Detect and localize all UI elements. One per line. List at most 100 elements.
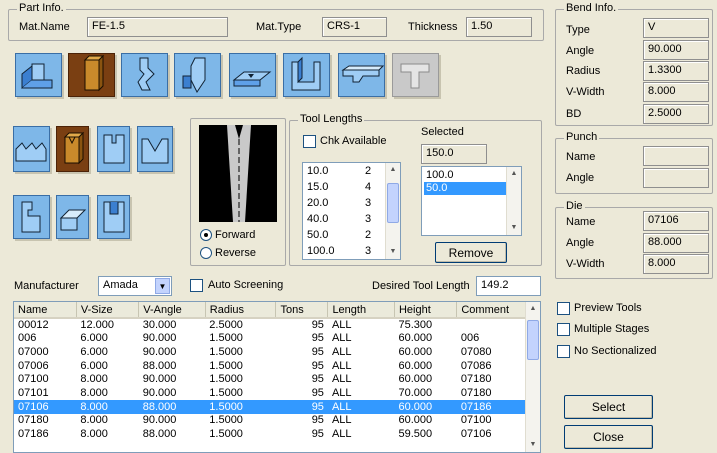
- auto-screening-checkbox[interactable]: [190, 279, 203, 292]
- select-button[interactable]: Select: [564, 395, 653, 419]
- chk-available-label: Chk Available: [320, 135, 387, 147]
- no-sectionalized-label: No Sectionalized: [574, 345, 657, 357]
- bend-vwidth-field: 8.000: [643, 82, 709, 102]
- manufacturer-label: Manufacturer: [14, 280, 79, 292]
- list-item[interactable]: 15.0 4: [307, 181, 387, 196]
- selected-lengths-scrollbar[interactable]: ▲ ▼: [506, 167, 521, 235]
- column-header-vangle[interactable]: V-Angle: [138, 302, 206, 319]
- table-row[interactable]: 00012 12.000 30.000 2.5000 95 ALL 75.300: [14, 318, 526, 332]
- list-item[interactable]: 40.0 3: [307, 213, 387, 228]
- desired-tool-length-input[interactable]: 149.2: [476, 276, 541, 296]
- tool-table-scrollbar[interactable]: ▲ ▼: [525, 302, 540, 452]
- scroll-thumb[interactable]: [387, 183, 399, 223]
- column-header-comment[interactable]: Comment: [456, 302, 526, 319]
- multiple-stages-checkbox[interactable]: [557, 323, 570, 336]
- bend-radius-field: 1.3300: [643, 61, 709, 81]
- scroll-down-icon[interactable]: ▼: [386, 245, 400, 259]
- die-u-channel-icon[interactable]: [283, 53, 330, 97]
- punch-straight-selected-icon[interactable]: [68, 53, 115, 97]
- mat-type-label: Mat.Type: [256, 21, 302, 33]
- table-row[interactable]: 07101 8.000 90.000 1.5000 95 ALL 70.000 07180: [14, 387, 526, 401]
- available-lengths-list[interactable]: 10.0 2 15.0 4 20.0 3 40.0 3 50.0 2 100.0 3 ▲ ▼: [302, 162, 401, 260]
- column-header-vsize[interactable]: V-Size: [76, 302, 140, 319]
- scroll-up-icon[interactable]: ▲: [526, 302, 540, 316]
- part-info-title: Part Info.: [17, 2, 66, 14]
- mat-name-label: Mat.Name: [19, 21, 70, 33]
- table-row[interactable]: 006 6.000 90.000 1.5000 95 ALL 60.000 006: [14, 332, 526, 346]
- bend-angle-field: 90.000: [643, 40, 709, 60]
- die-angle-field: 88.000: [643, 233, 709, 253]
- selected-lengths-list[interactable]: 100.0 50.0 ▲ ▼: [421, 166, 522, 236]
- reverse-radio[interactable]: [200, 247, 212, 259]
- column-header-tons[interactable]: Tons: [275, 302, 329, 319]
- forward-label: Forward: [215, 229, 256, 241]
- die-single-selected-icon[interactable]: [56, 126, 89, 172]
- selected-total-field: 150.0: [421, 144, 487, 164]
- die-vwidth-label: V-Width: [566, 258, 605, 270]
- scroll-up-icon[interactable]: ▲: [386, 163, 400, 177]
- die-v-wide-icon[interactable]: [137, 126, 173, 172]
- table-row[interactable]: 07000 6.000 90.000 1.5000 95 ALL 60.000 07080: [14, 346, 526, 360]
- die-hemming-icon[interactable]: [97, 126, 130, 172]
- no-sectionalized-checkbox[interactable]: [557, 345, 570, 358]
- die-step-icon[interactable]: [13, 195, 50, 239]
- punch-name-label: Name: [566, 151, 596, 163]
- punch-acute-icon[interactable]: [174, 53, 221, 97]
- list-item[interactable]: 100.0: [424, 169, 504, 182]
- chk-available-checkbox[interactable]: [303, 135, 316, 148]
- punch-straight-icon[interactable]: [15, 53, 62, 97]
- auto-screening-label: Auto Screening: [208, 279, 284, 291]
- column-header-length[interactable]: Length: [327, 302, 395, 319]
- die-multi-v-icon[interactable]: [13, 126, 50, 172]
- preview-tools-checkbox[interactable]: [557, 302, 570, 315]
- list-item[interactable]: 20.0 3: [307, 197, 387, 212]
- tool-lengths-title: Tool Lengths: [298, 113, 365, 125]
- table-row[interactable]: 07100 8.000 90.000 1.5000 95 ALL 60.000 07180: [14, 373, 526, 387]
- scroll-thumb[interactable]: [527, 320, 539, 360]
- column-header-name[interactable]: Name: [14, 302, 77, 319]
- die-vwidth-field: 8.000: [643, 254, 709, 274]
- preview-tools-label: Preview Tools: [574, 302, 642, 314]
- available-lengths-scrollbar[interactable]: ▲ ▼: [385, 163, 400, 259]
- bend-bd-field: 2.5000: [643, 104, 709, 124]
- die-title: Die: [564, 200, 585, 212]
- thickness-label: Thickness: [408, 21, 458, 33]
- bend-type-field: V: [643, 18, 709, 38]
- table-row[interactable]: 07006 6.000 88.000 1.5000 95 ALL 60.000 07086: [14, 359, 526, 373]
- table-row-selected[interactable]: 07106 8.000 88.000 1.5000 95 ALL 60.000 07186: [14, 400, 526, 415]
- die-name-field: 07106: [643, 211, 709, 231]
- punch-gooseneck-icon[interactable]: [121, 53, 168, 97]
- tool-preview-image: [199, 125, 277, 222]
- bend-angle-label: Angle: [566, 45, 595, 57]
- die-flat-icon[interactable]: [56, 195, 89, 239]
- bend-radius-label: Radius: [566, 65, 601, 77]
- bend-bd-label: BD: [566, 108, 582, 120]
- die-v-flat-icon[interactable]: [229, 53, 276, 97]
- bend-type-label: Type: [566, 24, 590, 36]
- scroll-down-icon[interactable]: ▼: [526, 438, 540, 452]
- column-header-height[interactable]: Height: [394, 302, 458, 319]
- table-row[interactable]: 07180 8.000 90.000 1.5000 95 ALL 60.000 07100: [14, 414, 526, 428]
- list-item[interactable]: 100.0 3: [307, 245, 387, 259]
- disabled-tool-icon: [392, 53, 439, 97]
- punch-angle-label: Angle: [566, 172, 595, 184]
- thickness-field: 1.50: [466, 17, 532, 37]
- die-slot-icon[interactable]: [97, 195, 130, 239]
- forward-radio[interactable]: [200, 229, 212, 241]
- column-header-radius[interactable]: Radius: [205, 302, 277, 319]
- list-item[interactable]: 10.0 2: [307, 165, 387, 180]
- manufacturer-select[interactable]: Amada ▼: [98, 276, 172, 296]
- table-row[interactable]: 07186 8.000 88.000 1.5000 95 ALL 59.500 07106: [14, 428, 526, 442]
- scroll-up-icon[interactable]: ▲: [507, 167, 521, 181]
- scroll-down-icon[interactable]: ▼: [507, 221, 521, 235]
- die-angle-label: Angle: [566, 237, 595, 249]
- tool-grid: Name V-Size V-Angle Radius Tons Length H…: [14, 302, 526, 442]
- chevron-down-icon[interactable]: ▼: [155, 278, 170, 294]
- die-offset-icon[interactable]: [338, 53, 385, 97]
- list-item[interactable]: 50.0 2: [307, 229, 387, 244]
- remove-button[interactable]: Remove: [435, 242, 507, 263]
- close-button[interactable]: Close: [564, 425, 653, 449]
- list-item[interactable]: 50.0: [424, 182, 508, 195]
- mat-name-field: FE-1.5: [87, 17, 228, 37]
- desired-tool-length-label: Desired Tool Length: [372, 280, 470, 292]
